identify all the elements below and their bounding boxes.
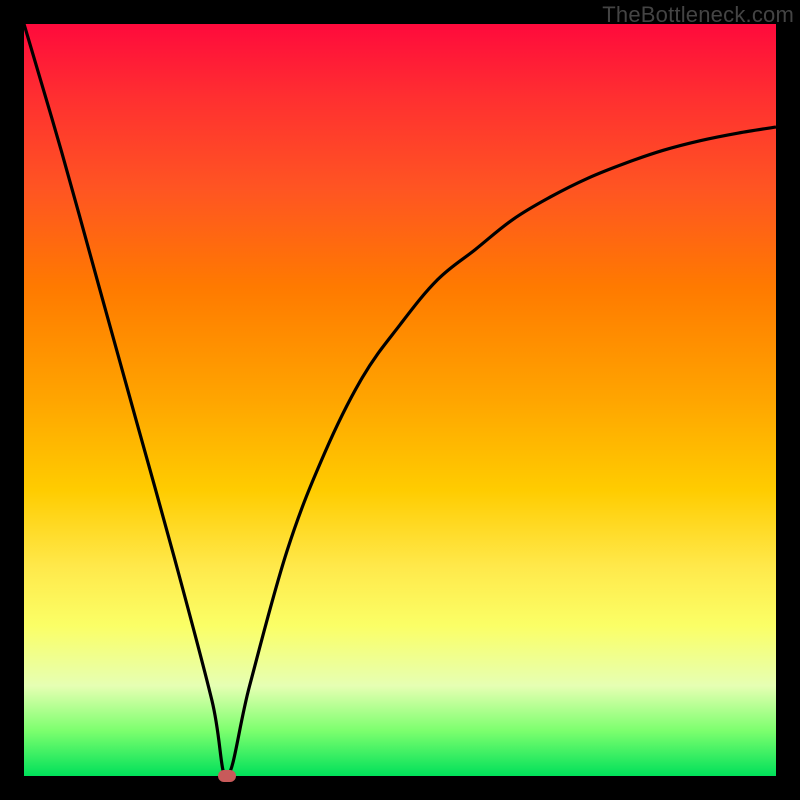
- optimum-marker: [218, 770, 236, 782]
- bottleneck-curve: [24, 24, 776, 776]
- watermark-text: TheBottleneck.com: [602, 2, 794, 28]
- chart-frame: TheBottleneck.com: [0, 0, 800, 800]
- curve-path: [24, 24, 776, 776]
- plot-area: [24, 24, 776, 776]
